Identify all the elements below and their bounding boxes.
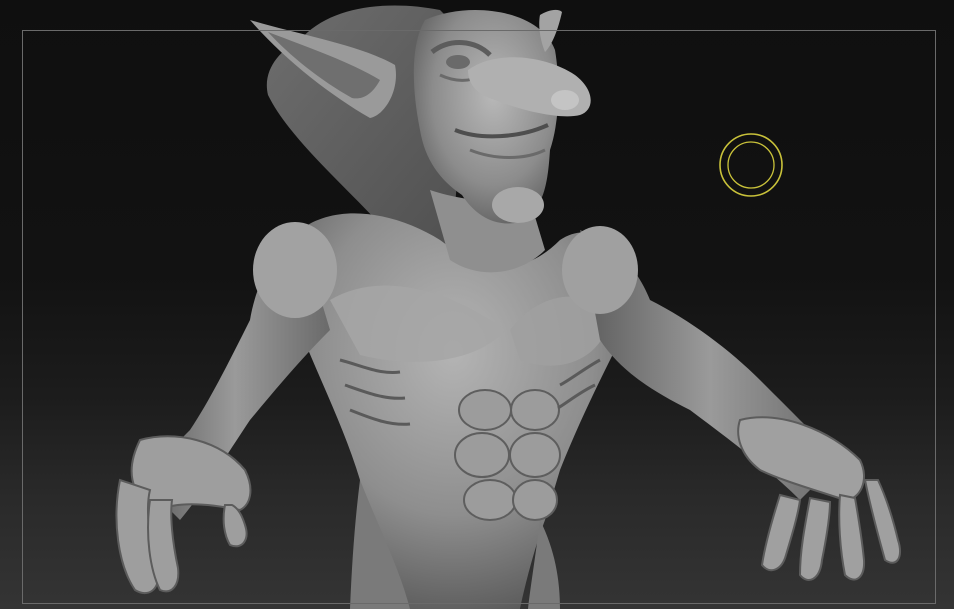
sculpted-goblin-model[interactable] xyxy=(0,0,954,609)
canvas-viewport[interactable] xyxy=(0,0,954,609)
brush-circle-icon xyxy=(719,133,783,197)
eye xyxy=(446,55,470,69)
chin xyxy=(492,187,544,223)
abdominal-muscles xyxy=(454,389,561,521)
right-hand xyxy=(737,416,902,581)
